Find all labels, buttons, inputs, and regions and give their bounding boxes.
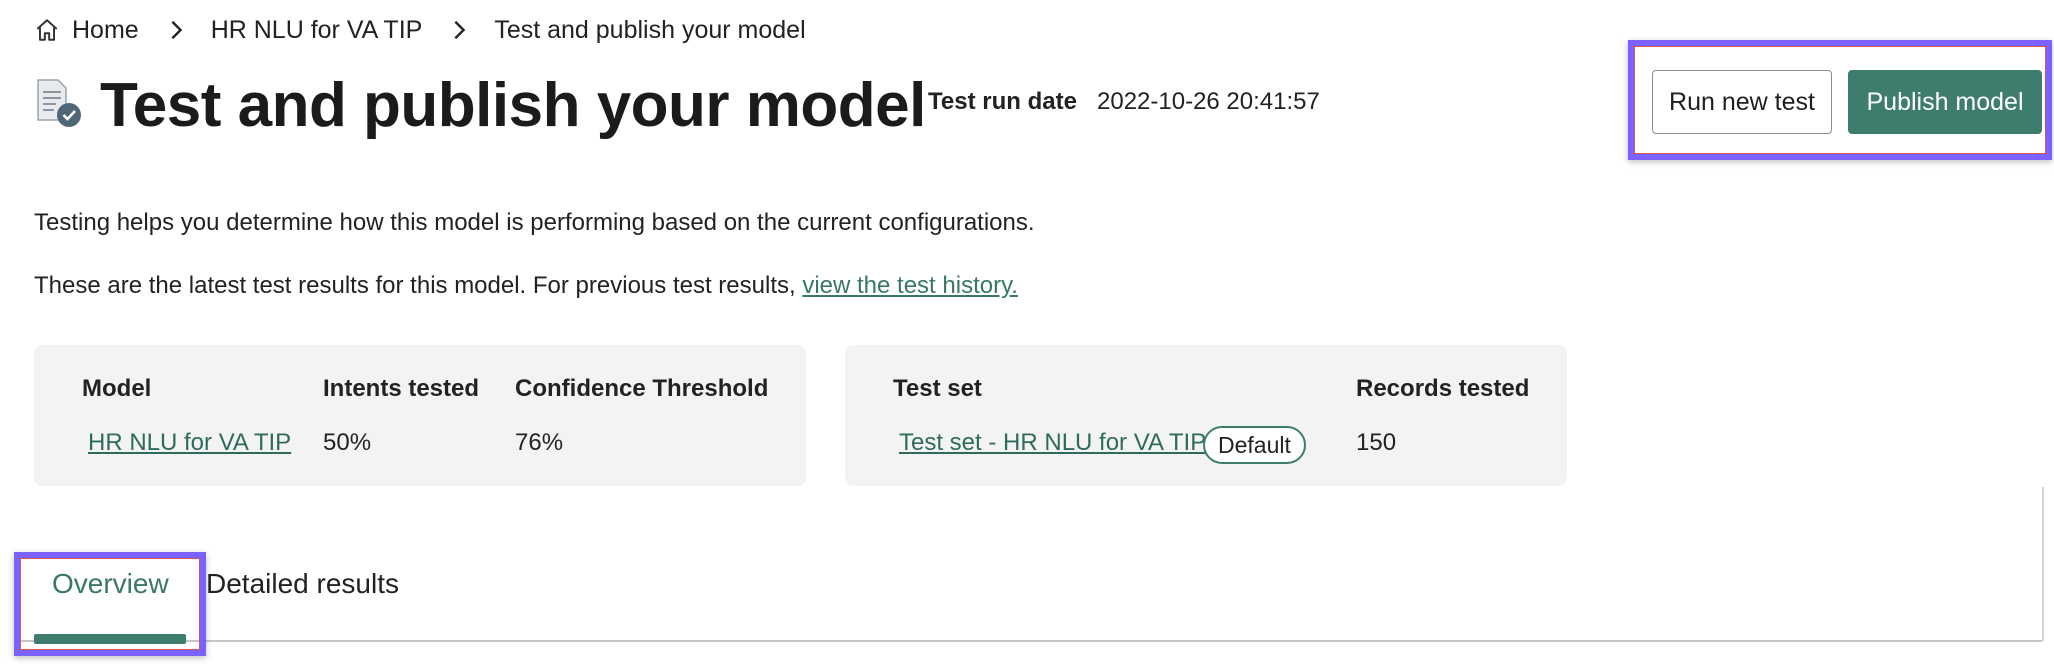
chevron-right-icon xyxy=(171,20,182,40)
content-divider xyxy=(2042,487,2044,641)
description-text: Testing helps you determine how this mod… xyxy=(34,209,1035,236)
breadcrumb-project[interactable]: HR NLU for VA TIP xyxy=(211,16,423,45)
run-new-test-button[interactable]: Run new test xyxy=(1652,70,1832,134)
tab-selected-indicator xyxy=(34,634,186,644)
chevron-right-icon xyxy=(454,20,466,40)
intents-tested-header: Intents tested xyxy=(323,375,480,402)
default-badge: Default xyxy=(1203,426,1306,464)
test-run-date-label: Test run date xyxy=(928,88,1077,115)
breadcrumb-project-label: HR NLU for VA TIP xyxy=(210,15,423,44)
document-check-icon xyxy=(37,79,81,127)
breadcrumb-home-label: Home xyxy=(72,15,139,44)
records-tested-header: Records tested xyxy=(1356,375,1530,402)
confidence-threshold-header: Confidence Threshold xyxy=(515,375,769,402)
model-info-card: Model Intents tested Confidence Threshol… xyxy=(34,345,806,486)
test-set-header: Test set xyxy=(893,375,982,402)
view-test-history-link[interactable]: view the test history. xyxy=(802,272,1018,299)
tab-overview[interactable]: Overview xyxy=(52,568,169,600)
breadcrumb-current-label: Test and publish your model xyxy=(494,15,806,44)
publish-model-button[interactable]: Publish model xyxy=(1848,70,2042,134)
breadcrumb: Home HR NLU for VA TIP Test and publish … xyxy=(34,12,806,48)
tab-bar-divider xyxy=(14,640,2042,642)
records-tested-value: 150 xyxy=(1356,429,1397,456)
breadcrumb-home[interactable]: Home xyxy=(34,16,139,45)
tab-detailed-results[interactable]: Detailed results xyxy=(206,568,399,600)
test-run-date-value: 2022-10-26 20:41:57 xyxy=(1097,88,1320,115)
test-set-link[interactable]: Test set - HR NLU for VA TIP xyxy=(899,429,1206,457)
test-history-text: These are the latest test results for th… xyxy=(34,272,1018,300)
confidence-threshold-value: 76% xyxy=(515,429,564,456)
test-set-info-card: Test set Records tested Test set - HR NL… xyxy=(845,345,1567,486)
home-icon xyxy=(36,19,58,41)
test-history-prefix: These are the latest test results for th… xyxy=(34,272,796,299)
intents-tested-value: 50% xyxy=(323,429,372,456)
breadcrumb-current: Test and publish your model xyxy=(494,16,805,45)
model-header: Model xyxy=(82,375,152,402)
page-title: Test and publish your model xyxy=(100,71,926,140)
model-link[interactable]: HR NLU for VA TIP xyxy=(88,429,291,457)
